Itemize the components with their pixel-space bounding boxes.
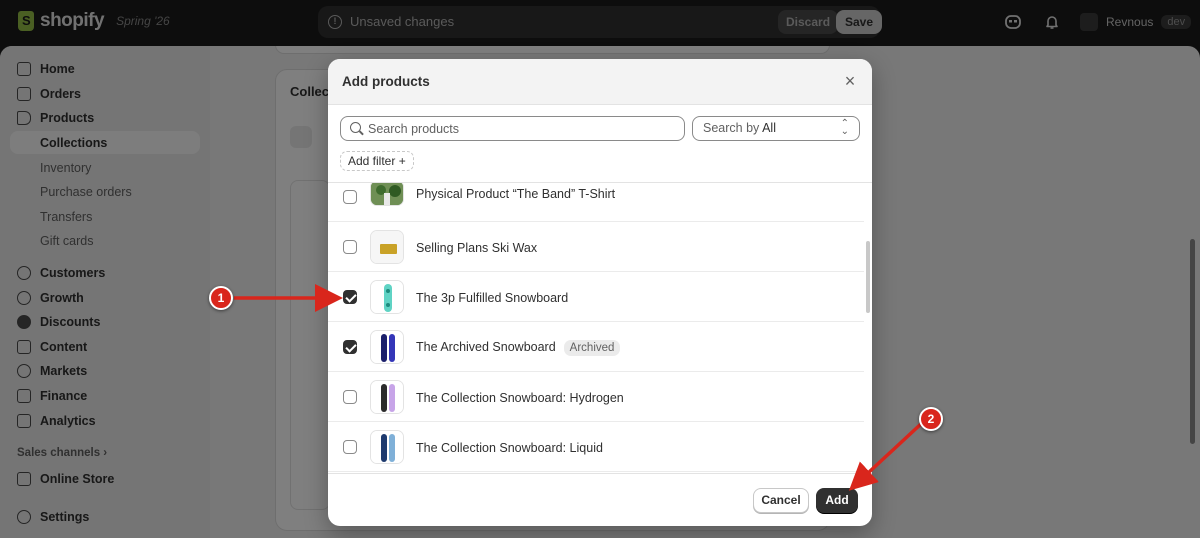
search-input[interactable]: [368, 120, 668, 138]
search-by-value: All: [762, 121, 776, 135]
add-button[interactable]: Add: [816, 488, 858, 513]
modal-footer: Cancel Add: [328, 475, 872, 526]
search-icon: [350, 122, 361, 133]
product-row[interactable]: The Archived Snowboard Archived: [328, 322, 864, 372]
product-name: The Collection Snowboard: Liquid: [416, 441, 603, 455]
product-row[interactable]: Selling Plans Ski Wax: [328, 222, 864, 272]
product-row[interactable]: Physical Product “The Band” T-Shirt: [328, 183, 864, 222]
product-thumbnail: [370, 230, 404, 264]
product-thumbnail: [370, 380, 404, 414]
product-checkbox[interactable]: [343, 240, 357, 254]
product-thumbnail: [370, 330, 404, 364]
list-scrollbar[interactable]: [866, 241, 870, 313]
add-products-modal: Add products × Search by All ⌃⌄ Add filt…: [328, 59, 872, 526]
product-checkbox[interactable]: [343, 340, 357, 354]
product-name: The 3p Fulfilled Snowboard: [416, 291, 569, 305]
product-row[interactable]: The Collection Snowboard: Liquid: [328, 422, 864, 472]
search-by-prefix: Search by: [703, 121, 763, 135]
product-name-text: The Archived Snowboard: [416, 340, 556, 354]
annotation-marker-2: 2: [919, 407, 943, 431]
product-list[interactable]: Physical Product “The Band” T-Shirt Sell…: [328, 182, 872, 474]
product-thumbnail: [370, 183, 404, 206]
close-icon[interactable]: ×: [841, 72, 859, 90]
chevron-up-down-icon: ⌃ ⌄: [840, 118, 849, 137]
modal-title: Add products: [342, 74, 430, 89]
annotation-marker-1: 1: [209, 286, 233, 310]
product-checkbox[interactable]: [343, 290, 357, 304]
cancel-button[interactable]: Cancel: [753, 488, 809, 513]
search-field[interactable]: [340, 116, 685, 141]
product-checkbox[interactable]: [343, 440, 357, 454]
product-row[interactable]: The Collection Snowboard: Hydrogen: [328, 372, 864, 422]
product-checkbox[interactable]: [343, 190, 357, 204]
product-checkbox[interactable]: [343, 390, 357, 404]
product-name: Physical Product “The Band” T-Shirt: [416, 187, 616, 201]
archived-badge: Archived: [563, 340, 621, 356]
product-thumbnail: [370, 280, 404, 314]
add-filter-button[interactable]: Add filter +: [340, 151, 414, 171]
modal-header: Add products ×: [328, 59, 872, 105]
product-thumbnail: [370, 430, 404, 464]
product-name: Selling Plans Ski Wax: [416, 241, 538, 255]
search-by-select[interactable]: Search by All ⌃ ⌄: [692, 116, 860, 141]
product-name: The Archived Snowboard Archived: [416, 340, 621, 356]
product-row[interactable]: The 3p Fulfilled Snowboard: [328, 272, 864, 322]
product-name: The Collection Snowboard: Hydrogen: [416, 391, 624, 405]
